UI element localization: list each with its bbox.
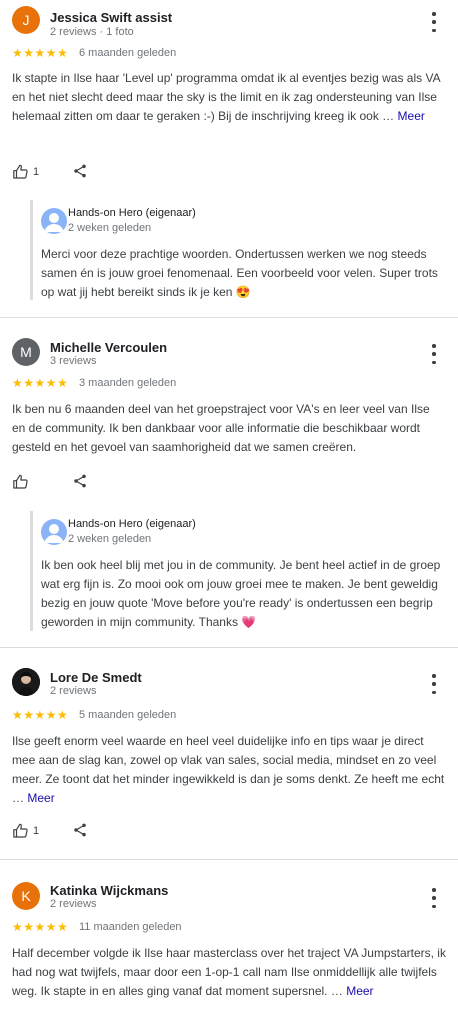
star-rating: ★★★★★ [12,376,69,390]
share-icon [74,474,86,488]
more-options-icon[interactable] [426,674,442,694]
owner-name: Hands-on Hero (eigenaar) [68,518,196,530]
reviewer-avatar[interactable]: K [12,882,40,910]
avatar-initial: K [21,888,31,904]
review-date: 5 maanden geleden [79,709,177,721]
share-button[interactable] [72,822,88,843]
review-card: M Michelle Vercoulen 3 reviews ★★★★★ 3 m… [0,318,458,648]
like-button[interactable]: 1 [12,823,39,839]
star-rating: ★★★★★ [12,708,69,722]
review-text-content: Ilse geeft enorm veel waarde en heel vee… [12,734,445,805]
owner-response-date: 2 weken geleden [68,533,152,545]
owner-response: Hands-on Hero (eigenaar) 2 weken geleden… [30,511,443,631]
avatar-initial: J [22,12,30,28]
reviewer-meta: 3 reviews [50,355,97,367]
owner-response-date: 2 weken geleden [68,222,152,234]
review-text: Ilse geeft enorm veel waarde en heel vee… [12,732,446,808]
read-more-link[interactable]: Meer [398,109,425,123]
review-text: Ik ben nu 6 maanden deel van het groepst… [12,400,446,457]
owner-response: Hands-on Hero (eigenaar) 2 weken geleden… [30,200,443,300]
reviewer-avatar[interactable] [12,668,40,696]
owner-name: Hands-on Hero (eigenaar) [68,207,196,219]
review-text-content: Ik ben nu 6 maanden deel van het groepst… [12,402,430,454]
thumbs-up-icon [13,474,28,489]
share-button[interactable] [72,163,88,184]
share-button[interactable] [72,473,88,494]
review-date: 11 maanden geleden [79,921,182,933]
reviewer-meta: 2 reviews [50,685,97,697]
review-card: K Katinka Wijckmans 2 reviews ★★★★★ 11 m… [0,860,458,1024]
reviewer-name[interactable]: Katinka Wijckmans [50,883,168,898]
reviewer-meta: 2 reviews · 1 foto [50,26,134,38]
more-options-icon[interactable] [426,888,442,908]
review-text-content: Half december volgde ik Ilse haar master… [12,946,446,998]
review-actions: 1 [12,162,86,182]
reviewer-name[interactable]: Lore De Smedt [50,670,142,685]
share-icon [74,164,86,178]
like-count: 1 [33,166,40,178]
review-actions [12,472,86,492]
read-more-link[interactable]: Meer [346,984,373,998]
review-date: 6 maanden geleden [79,47,177,59]
more-options-icon[interactable] [426,344,442,364]
review-text-content: Ik stapte in Ilse haar 'Level up' progra… [12,71,440,123]
owner-response-text: Merci voor deze prachtige woorden. Onder… [41,247,438,299]
reviewer-avatar[interactable]: J [12,6,40,34]
like-count: 1 [33,825,40,837]
review-text: Ik stapte in Ilse haar 'Level up' progra… [12,69,446,126]
profile-photo [12,668,40,696]
owner-response-text: Ik ben ook heel blij met jou in de commu… [41,558,441,629]
review-date: 3 maanden geleden [79,377,177,389]
review-actions: 1 [12,821,86,841]
avatar-initial: M [20,344,32,360]
reviewer-name[interactable]: Michelle Vercoulen [50,340,167,355]
reviewer-name[interactable]: Jessica Swift assist [50,10,172,25]
star-rating: ★★★★★ [12,920,69,934]
reviewer-meta: 2 reviews [50,898,97,910]
owner-avatar [41,519,67,545]
read-more-link[interactable]: Meer [27,791,54,805]
star-rating: ★★★★★ [12,46,69,60]
review-card: J Jessica Swift assist 2 reviews · 1 fot… [0,0,458,318]
like-button[interactable]: 1 [12,164,39,180]
thumbs-up-icon [13,823,28,838]
more-options-icon[interactable] [426,12,442,32]
thumbs-up-icon [13,164,28,179]
review-text: Half december volgde ik Ilse haar master… [12,944,446,1001]
like-button[interactable] [12,474,33,490]
review-card: Lore De Smedt 2 reviews ★★★★★ 5 maanden … [0,648,458,860]
share-icon [74,823,86,837]
owner-avatar [41,208,67,234]
reviewer-avatar[interactable]: M [12,338,40,366]
